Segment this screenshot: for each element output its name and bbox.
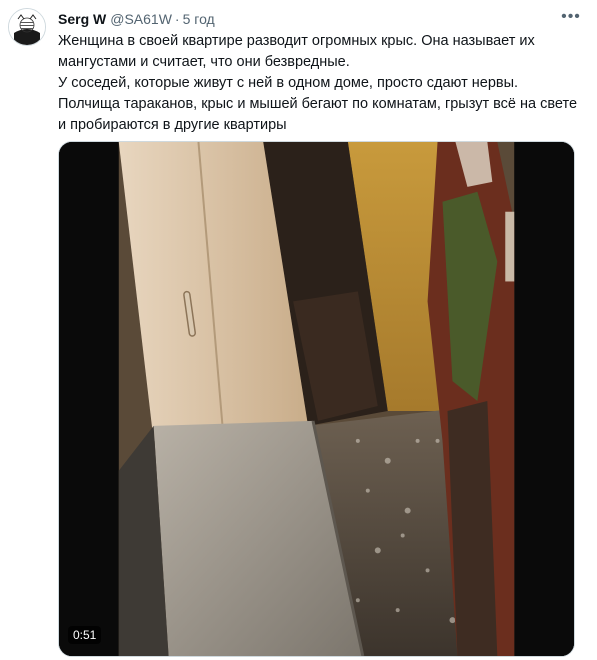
avatar-emblem-icon [9, 9, 45, 45]
tweet-text-line: Женщина в своей квартире разводит огромн… [58, 33, 535, 70]
tweet-text-line: У соседей, которые живут с ней в одном д… [58, 75, 519, 91]
timestamp[interactable]: 5 год [183, 11, 215, 27]
tweet-header: Serg W @SA61W · 5 год [58, 10, 215, 28]
avatar[interactable] [8, 8, 46, 46]
author-handle[interactable]: @SA61W [110, 11, 172, 27]
author-name[interactable]: Serg W [58, 11, 106, 27]
more-options-button[interactable]: ••• [559, 8, 583, 26]
more-horizontal-icon: ••• [561, 8, 581, 25]
separator-dot: · [174, 11, 180, 27]
tweet-text-line: Полчища тараканов, крыс и мышей бегают п… [58, 96, 578, 133]
video-player[interactable]: 0:51 [58, 141, 575, 657]
video-frame [59, 142, 574, 656]
tweet[interactable]: Serg W @SA61W · 5 год ••• Женщина в своей к… [0, 0, 597, 660]
tweet-text: Женщина в своей квартире разводит огромн… [58, 31, 578, 136]
video-duration: 0:51 [68, 626, 102, 644]
